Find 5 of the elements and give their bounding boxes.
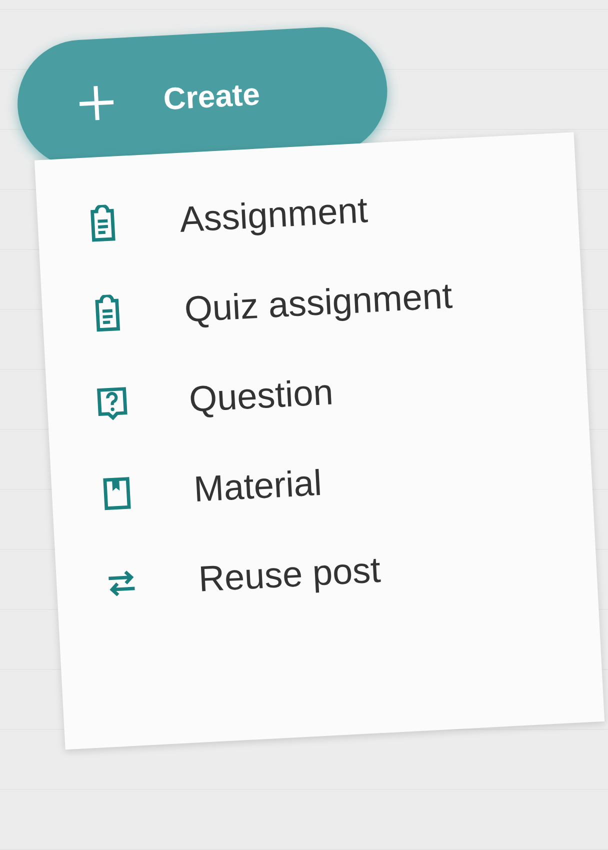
menu-item[interactable]: Quiz assignment bbox=[42, 268, 584, 338]
menu-item[interactable]: Question bbox=[46, 358, 588, 428]
menu-item[interactable]: Material bbox=[50, 448, 592, 518]
menu-item[interactable]: Assignment bbox=[36, 178, 578, 248]
menu-item[interactable]: Reuse post bbox=[56, 538, 598, 608]
